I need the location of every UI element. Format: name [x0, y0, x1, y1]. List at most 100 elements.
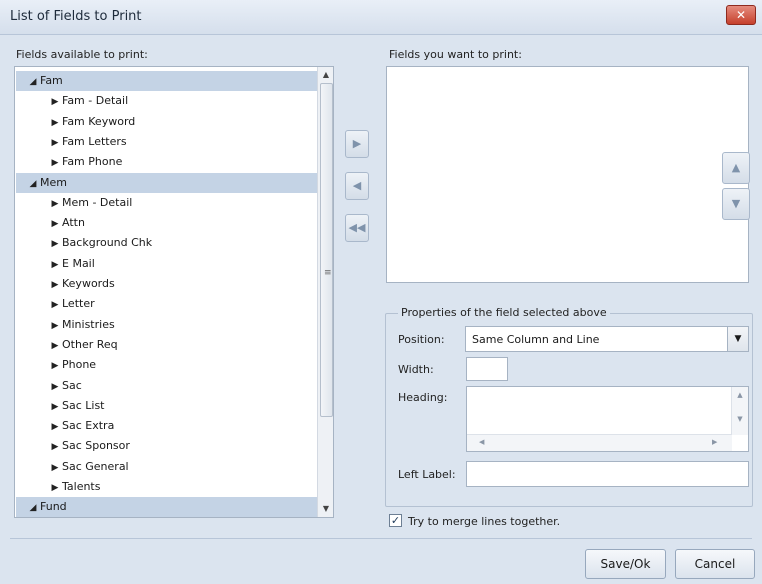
heading-hscroll[interactable]: ◀ ▶	[467, 434, 732, 451]
arrow-left-icon: ◀	[352, 179, 362, 192]
collapsed-triangle-icon[interactable]: ▶	[48, 336, 62, 356]
collapsed-triangle-icon[interactable]: ▶	[48, 437, 62, 457]
collapsed-triangle-icon[interactable]: ▶	[48, 295, 62, 315]
position-select[interactable]: Same Column and Line ▼	[465, 326, 749, 352]
heading-label: Heading:	[398, 391, 448, 404]
collapsed-triangle-icon[interactable]: ▶	[48, 214, 62, 234]
tree-group[interactable]: ◢ Fam	[16, 71, 317, 91]
scroll-right-arrow-icon[interactable]: ▶	[712, 438, 717, 446]
collapsed-triangle-icon[interactable]: ▶	[48, 397, 62, 417]
tree-item-label: Sac Sponsor	[62, 439, 130, 453]
scroll-down-arrow-icon[interactable]: ▼	[732, 415, 748, 423]
collapsed-triangle-icon[interactable]: ▶	[48, 458, 62, 478]
tree-group[interactable]: ◢ Mem	[16, 172, 317, 194]
collapsed-triangle-icon[interactable]: ▶	[48, 478, 62, 498]
tree-item[interactable]: ▶ Fam Phone	[16, 152, 317, 172]
tree-item-label: Keywords	[62, 277, 115, 290]
close-icon: ✕	[735, 8, 747, 22]
arrow-up-icon: ▲	[731, 161, 741, 174]
tree-item[interactable]: ▶ Talents	[16, 477, 317, 497]
available-fields-tree[interactable]: ◢ Fam ▶ Fam - Detail ▶ Fam Keyword ▶ Fam Letter…	[14, 66, 334, 518]
tree-item-label: Other Req	[62, 337, 118, 351]
tree-item-label: Attn	[62, 216, 85, 230]
scroll-up-arrow-icon[interactable]: ▲	[732, 391, 748, 399]
remove-all-fields-button[interactable]: ◀◀	[345, 214, 369, 242]
add-field-button[interactable]: ▶	[345, 130, 369, 158]
width-label: Width:	[398, 363, 434, 376]
scroll-left-arrow-icon[interactable]: ◀	[479, 438, 484, 446]
tree-item-label: E Mail	[62, 256, 95, 270]
tree-item[interactable]: ▶ Sac Sponsor	[16, 436, 317, 456]
tree-item[interactable]: ▶ Background Chk	[16, 233, 317, 253]
tree-scrollbar[interactable]: ▲ ≡ ▼	[317, 67, 333, 517]
position-label: Position:	[398, 333, 445, 346]
move-up-button[interactable]: ▲	[722, 152, 750, 184]
collapsed-triangle-icon[interactable]: ▶	[48, 234, 62, 254]
expanded-triangle-icon[interactable]: ◢	[26, 72, 40, 92]
merge-lines-checkbox[interactable]: ✓	[389, 514, 402, 527]
tree-item[interactable]: ▶ Mem - Detail	[16, 193, 317, 213]
tree-item-label: Sac Extra	[62, 419, 115, 433]
expanded-triangle-icon[interactable]: ◢	[26, 498, 40, 517]
tree-item[interactable]: ▶ Other Req	[16, 335, 317, 355]
bottom-separator	[10, 538, 752, 539]
tree-item[interactable]: ▶ Fam - Detail	[16, 91, 317, 111]
tree-item[interactable]: ▶ Attn	[16, 213, 317, 233]
chevron-down-icon[interactable]: ▼	[727, 327, 748, 351]
collapsed-triangle-icon[interactable]: ▶	[48, 153, 62, 173]
expanded-triangle-icon[interactable]: ◢	[26, 174, 40, 194]
position-value: Same Column and Line	[472, 333, 600, 346]
tree-item-label: Ministries	[62, 317, 115, 331]
grip-icon: ≡	[324, 268, 332, 278]
collapsed-triangle-icon[interactable]: ▶	[48, 255, 62, 275]
selected-fields-list[interactable]	[386, 66, 749, 283]
tree-item[interactable]: ▶ Sac	[16, 376, 317, 396]
collapsed-triangle-icon[interactable]: ▶	[48, 275, 62, 295]
tree-item[interactable]: ▶ E Mail	[16, 254, 317, 274]
tree-item-label: Fund	[40, 500, 67, 514]
tree-item[interactable]: ▶ Sac Extra	[16, 416, 317, 436]
collapsed-triangle-icon[interactable]: ▶	[48, 133, 62, 153]
collapsed-triangle-icon[interactable]: ▶	[48, 417, 62, 437]
scroll-thumb[interactable]: ≡	[320, 83, 333, 417]
double-arrow-left-icon: ◀◀	[348, 221, 366, 234]
arrow-right-icon: ▶	[352, 137, 362, 150]
width-input[interactable]	[466, 357, 508, 381]
collapsed-triangle-icon[interactable]: ▶	[48, 356, 62, 376]
heading-vscroll[interactable]: ▲ ▼	[731, 387, 748, 435]
tree-item[interactable]: ▶ Phone	[16, 355, 317, 375]
tree-item[interactable]: ▶ Keywords	[16, 274, 317, 294]
tree-item-label: Fam - Detail	[62, 94, 129, 108]
left-label-label: Left Label:	[398, 468, 456, 481]
move-down-button[interactable]: ▼	[722, 188, 750, 220]
scroll-up-arrow-icon[interactable]: ▲	[318, 67, 333, 83]
cancel-button[interactable]: Cancel	[675, 549, 755, 579]
collapsed-triangle-icon[interactable]: ▶	[48, 194, 62, 214]
tree-group[interactable]: ◢ Fund	[16, 497, 317, 517]
tree-item-label: Talents	[62, 480, 101, 493]
tree-item-label: Letter	[62, 297, 95, 311]
merge-lines-label: Try to merge lines together.	[408, 515, 561, 528]
tree-item-label: Sac List	[62, 398, 105, 412]
tree-item[interactable]: ▶ Sac General	[16, 457, 317, 477]
tree-item[interactable]: ▶ Sac List	[16, 396, 317, 416]
tree-item[interactable]: ▶ Fam Letters	[16, 132, 317, 152]
left-label-input[interactable]	[466, 461, 749, 487]
collapsed-triangle-icon[interactable]: ▶	[48, 316, 62, 336]
remove-field-button[interactable]: ◀	[345, 172, 369, 200]
window-title: List of Fields to Print	[10, 9, 142, 24]
tree-item[interactable]: ▶ Letter	[16, 294, 317, 314]
collapsed-triangle-icon[interactable]: ▶	[48, 377, 62, 397]
collapsed-triangle-icon[interactable]: ▶	[48, 92, 62, 112]
scroll-down-arrow-icon[interactable]: ▼	[318, 501, 333, 517]
close-button[interactable]: ✕	[726, 5, 756, 25]
collapsed-triangle-icon[interactable]: ▶	[48, 113, 62, 133]
tree-item-label: Sac	[62, 378, 82, 392]
save-ok-button[interactable]: Save/Ok	[585, 549, 666, 579]
properties-group-title: Properties of the field selected above	[398, 306, 610, 319]
tree-item[interactable]: ▶ Fam Keyword	[16, 112, 317, 132]
tree-item-label: Phone	[62, 358, 97, 372]
heading-textarea[interactable]: ▲ ▼ ◀ ▶	[466, 386, 749, 452]
tree-item-label: Mem - Detail	[62, 195, 133, 209]
tree-item[interactable]: ▶ Ministries	[16, 315, 317, 335]
